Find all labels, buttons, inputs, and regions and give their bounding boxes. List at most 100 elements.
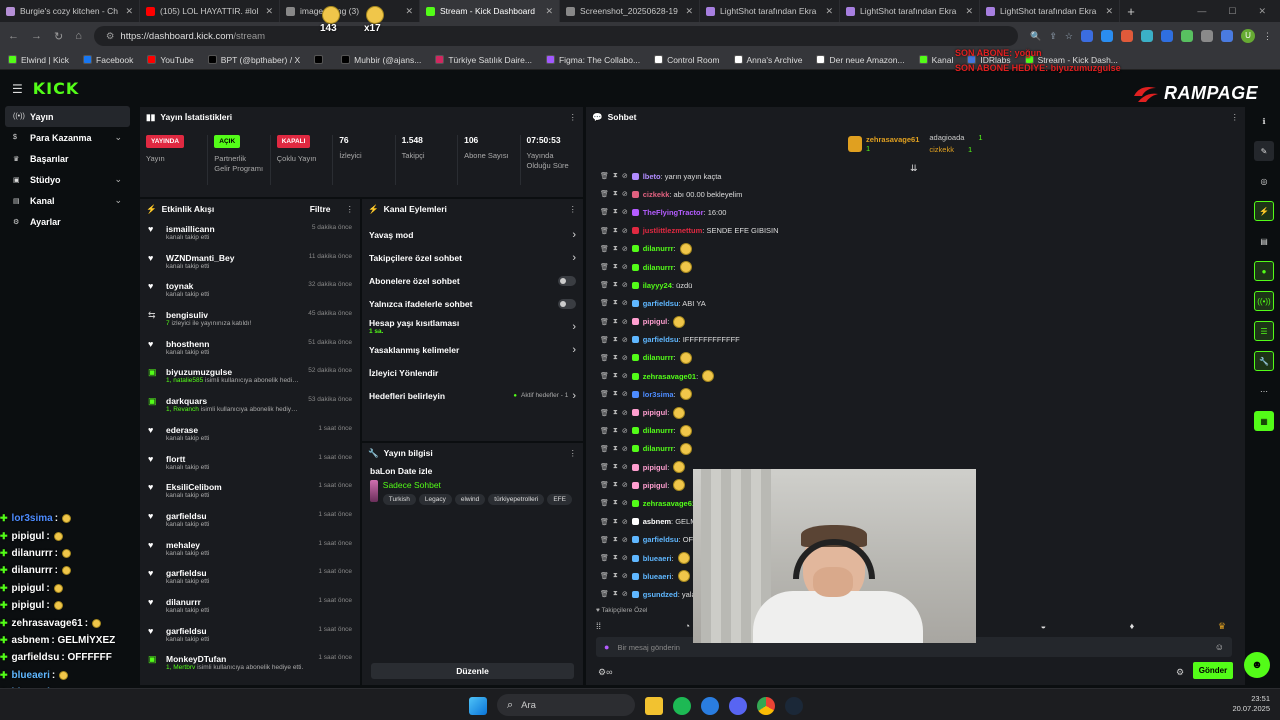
chat-username[interactable]: cizkekk [643,190,670,199]
broadcast-icon[interactable]: ((•)) [1254,291,1274,311]
share-icon[interactable]: ⇪ [1049,31,1057,42]
activity-user[interactable]: bengisuliv [166,310,300,320]
more-options-icon[interactable]: ⋮ [346,204,355,215]
steam-icon[interactable] [785,697,803,715]
activity-feed-item[interactable]: ♥ garfieldsu kanalı takip etti 1 saat önce [140,623,360,652]
activity-user[interactable]: ismaillicann [166,224,304,234]
chat-username[interactable]: justlittlezmettum [643,226,703,235]
timeout-icon[interactable]: ⧗ [613,245,618,253]
edit-button[interactable]: Düzenle [371,663,574,679]
site-info-icon[interactable]: ⚙ [106,31,115,42]
activity-feed-item[interactable]: ▣ darkquars 1, Revanch isimli kullanıcıya … [140,393,360,422]
chat-username[interactable]: asbnem [643,517,671,526]
timeout-icon[interactable]: ⧗ [613,554,618,562]
chat-message[interactable]: 🗑 ⧗ ⊘ dilanurrr: [586,422,1226,440]
gifter-name[interactable]: adagioada [929,133,964,142]
chat-message[interactable]: 🗑 ⧗ ⊘ dilanurrr: [586,240,1226,258]
ban-icon[interactable]: ⊘ [622,208,628,216]
kick-logo[interactable]: KICK [33,79,80,98]
chat-message[interactable]: 🗑 ⧗ ⊘ ilayyy24: üzdü [586,276,1226,294]
delete-icon[interactable]: 🗑 [600,518,609,526]
chat-icon[interactable]: ● [1254,261,1274,281]
stream-tag[interactable]: Legacy [418,494,452,505]
forward-icon[interactable]: → [31,30,42,42]
zoom-icon[interactable]: 🔍 [1030,31,1041,42]
chat-username[interactable]: dilanurrr [643,353,674,362]
browser-tab[interactable]: Stream - Kick Dashboard ✕ [420,0,560,22]
activity-feed-item[interactable]: ♥ ismaillicann kanalı takip etti 5 dakika ö… [140,221,360,250]
camera-icon[interactable]: ◎ [1254,171,1274,191]
clock-time[interactable]: 23:51 [1232,694,1270,704]
delete-icon[interactable]: 🗑 [600,536,609,544]
browser-tab[interactable]: Screenshot_20250628-19 ✕ [560,0,700,22]
ban-icon[interactable]: ⊘ [622,227,628,235]
delete-icon[interactable]: 🗑 [600,409,609,417]
timeout-icon[interactable]: ⧗ [613,499,618,507]
bookmark-item[interactable]: Control Room [654,55,720,65]
file-explorer-icon[interactable] [645,697,663,715]
extension-icon[interactable] [1161,30,1173,42]
activity-feed-item[interactable]: ▣ MonkeyDTufan 1, Mertbrv isimli kullanıcı… [140,651,360,680]
new-tab-button[interactable]: + [1120,4,1142,19]
chat-message[interactable]: 🗑 ⧗ ⊘ lbeto: yarın yayın kaçta [586,167,1226,185]
ban-icon[interactable]: ⊘ [622,445,628,453]
activity-feed-item[interactable]: ♥ WZNDmanti_Bey kanalı takip etti 11 dakika… [140,250,360,279]
delete-icon[interactable]: 🗑 [600,390,609,398]
delete-icon[interactable]: 🗑 [600,590,609,598]
timeout-icon[interactable]: ⧗ [613,299,618,307]
maximize-icon[interactable]: ☐ [1228,6,1236,17]
delete-icon[interactable]: 🗑 [600,318,609,326]
discord-icon[interactable] [729,697,747,715]
timeout-icon[interactable]: ⧗ [613,263,618,271]
bookmark-star-icon[interactable]: ☆ [1065,31,1073,42]
delete-icon[interactable]: 🗑 [600,281,609,289]
info-icon[interactable]: ℹ [1254,111,1274,131]
close-icon[interactable]: ✕ [125,6,133,17]
reload-icon[interactable]: ↻ [54,30,63,43]
channel-action-item[interactable]: Yavaş mod › [362,223,583,246]
ban-icon[interactable]: ⊘ [622,354,628,362]
ban-icon[interactable]: ⊘ [622,499,628,507]
emote-icon[interactable]: ♦ [1130,621,1135,632]
chat-username[interactable]: dilanurrr [643,444,674,453]
ban-icon[interactable]: ⊘ [622,518,628,526]
sidebar-item-money[interactable]: $ Para Kazanma ⌄ [5,127,130,148]
ban-icon[interactable]: ⊘ [622,263,628,271]
ban-icon[interactable]: ⊘ [622,463,628,471]
extension-icon[interactable] [1181,30,1193,42]
timeout-icon[interactable]: ⧗ [613,409,618,417]
list-icon[interactable]: ☰ [1254,321,1274,341]
bolt-icon[interactable]: ⚡ [1254,201,1274,221]
chat-message[interactable]: 🗑 ⧗ ⊘ justlittlezmettum: SENDE EFE GIBISIN [586,222,1226,240]
timeout-icon[interactable]: ⧗ [613,318,618,326]
category-name[interactable]: Sadece Sohbet [383,480,575,490]
film-icon[interactable]: ▦ [1254,411,1274,431]
chat-message[interactable]: 🗑 ⧗ ⊘ pipigul: [586,403,1226,421]
bookmark-item[interactable]: Elwind | Kick [8,55,69,65]
home-icon[interactable]: ⌂ [75,30,82,42]
chat-username[interactable]: dilanurrr [643,426,674,435]
toggle-switch[interactable] [558,275,576,286]
ban-icon[interactable]: ⊘ [622,281,628,289]
activity-user[interactable]: darkquars [166,396,300,406]
ban-icon[interactable]: ⊘ [622,172,628,180]
activity-user[interactable]: bhosthenn [166,339,300,349]
channel-action-item[interactable]: Hedefleri belirleyin ● Aktif hedefler - 1 › [362,384,583,407]
activity-feed-item[interactable]: ♥ flortt kanalı takip etti 1 saat önce [140,451,360,480]
extension-icon[interactable] [1141,30,1153,42]
channel-action-item[interactable]: Abonelere özel sohbet [362,269,583,292]
delete-icon[interactable]: 🗑 [600,190,609,198]
chat-username[interactable]: TheFlyingTractor [643,208,704,217]
chat-message[interactable]: 🗑 ⧗ ⊘ lor3sima: [586,385,1226,403]
timeout-icon[interactable]: ⧗ [613,463,618,471]
spotify-icon[interactable] [673,697,691,715]
close-icon[interactable]: ✕ [545,6,553,17]
timeout-icon[interactable]: ⧗ [613,427,618,435]
emote-icon[interactable]: ◔ [685,621,690,632]
activity-feed-item[interactable]: ♥ EksiliCelibom kanalı takip etti 1 saat ön… [140,479,360,508]
send-button[interactable]: Gönder [1193,662,1233,679]
chat-username[interactable]: zehrasavage61 [643,499,696,508]
chat-username[interactable]: pipigul [643,481,668,490]
delete-icon[interactable]: 🗑 [600,336,609,344]
activity-feed-item[interactable]: ♥ garfieldsu kanalı takip etti 1 saat önce [140,565,360,594]
